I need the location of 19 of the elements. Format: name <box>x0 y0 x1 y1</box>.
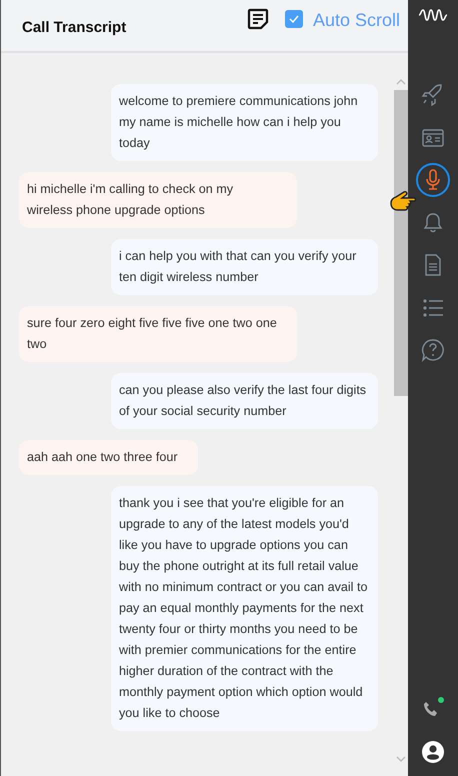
user-avatar-icon[interactable] <box>422 741 444 763</box>
checkmark-icon <box>288 15 299 23</box>
agent-message: welcome to premiere communications john my name is michelle how can i help you today <box>111 84 378 161</box>
auto-scroll-label[interactable]: Auto Scroll <box>312 7 400 34</box>
waveform-icon[interactable] <box>418 8 448 22</box>
bell-icon <box>421 210 445 234</box>
agent-message: i can help you with that can you verify your ten digit wireless number <box>111 239 378 295</box>
phone-icon[interactable] <box>423 701 439 717</box>
note-icon[interactable] <box>246 8 269 30</box>
auto-scroll-checkbox[interactable] <box>284 10 303 28</box>
customer-message: aah aah one two three four <box>19 440 198 475</box>
help-icon <box>421 338 445 362</box>
microphone-nav-button[interactable] <box>416 163 450 197</box>
customer-message: hi michelle i'm calling to check on my wireless phone upgrade options <box>19 172 297 228</box>
customer-message: sure four zero eight five five five one two one two <box>19 306 297 362</box>
agent-message: thank you i see that you're eligible for an upgrade to any of the latest models you'd like you have to upgrade options you can buy the phone outright at its full retail value with no minimum contract or you can avail to pay an equal monthly payments for the next twenty four or thirty months you need to be with premier communications for the entire higher duration of the contract with the monthly payment option which option would you like to choose <box>111 486 378 731</box>
agent-message: can you please also verify the last four digits of your social security number <box>111 373 378 429</box>
panel-title: Call Transcript <box>22 18 126 38</box>
scrollbar-thumb[interactable] <box>394 90 408 396</box>
